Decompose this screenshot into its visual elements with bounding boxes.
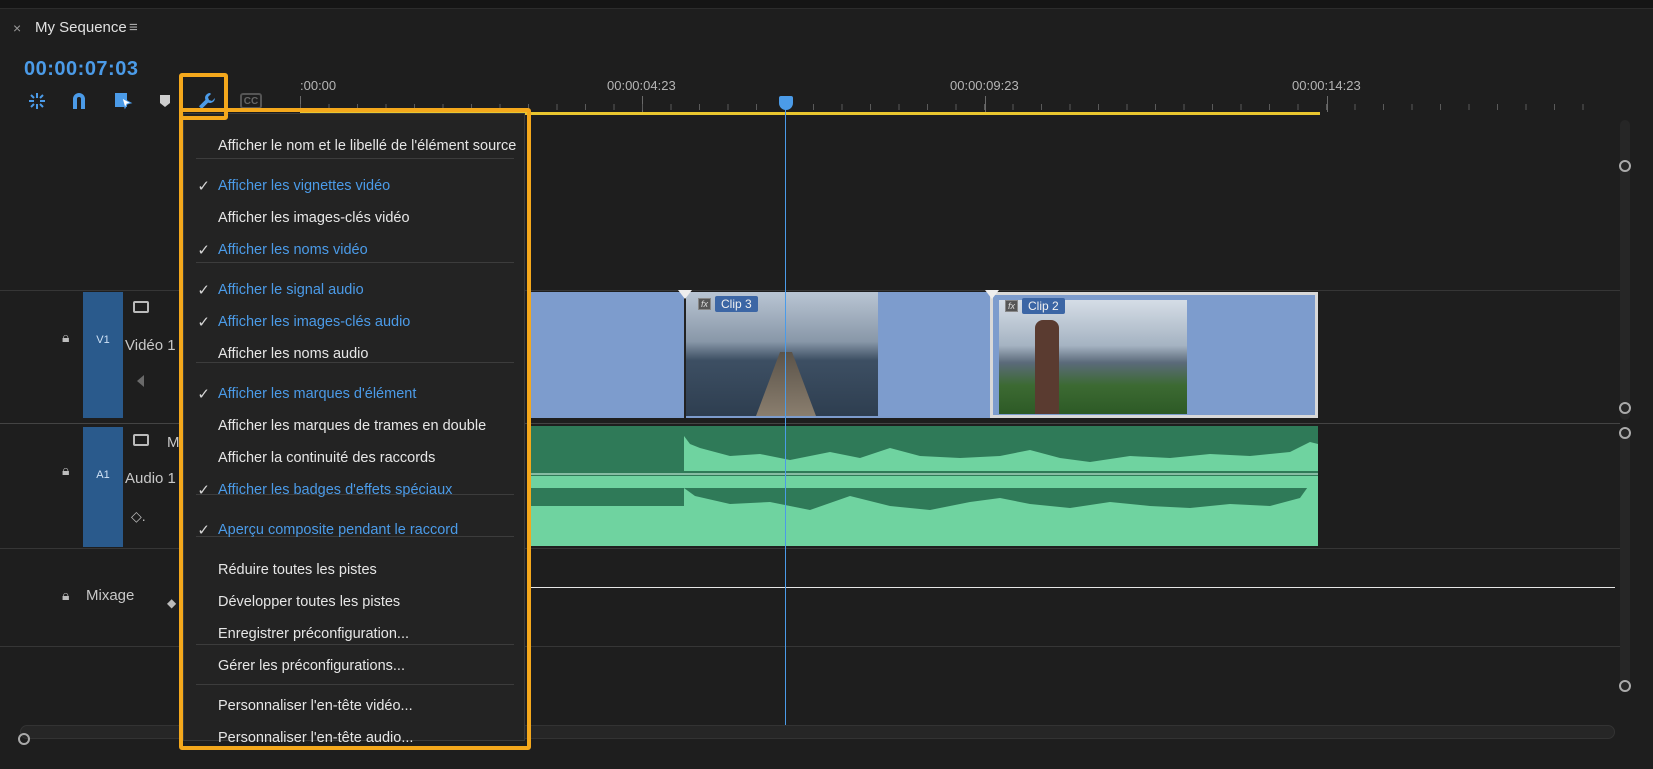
panel-menu-icon[interactable]: ≡ — [129, 19, 138, 36]
fx-badge: fx — [698, 298, 712, 310]
fx-badge: fx — [1005, 300, 1019, 312]
ruler-label: :00:00 — [300, 78, 337, 93]
scroll-handle[interactable] — [1619, 680, 1631, 692]
clip-label: fx Clip 2 — [1005, 298, 1065, 314]
ruler-label: 00:00:04:23 — [607, 78, 676, 93]
close-panel-icon[interactable]: × — [13, 20, 21, 36]
mix-volume-line[interactable] — [530, 587, 1615, 588]
nest-icon[interactable] — [24, 88, 50, 114]
toggle-sync-lock-icon[interactable] — [133, 434, 149, 446]
audio-waveform — [530, 436, 1318, 546]
scroll-handle[interactable] — [1619, 160, 1631, 172]
zoom-handle-left[interactable] — [18, 733, 30, 745]
linked-selection-icon[interactable] — [110, 88, 136, 114]
volume-knob-icon[interactable]: ◆ — [167, 596, 176, 610]
playhead-line[interactable] — [785, 110, 786, 728]
lock-icon[interactable]: 🔒︎ — [62, 587, 69, 604]
previous-keyframe-icon[interactable] — [137, 375, 144, 387]
clip-label: fx Clip 3 — [698, 296, 758, 312]
scroll-handle[interactable] — [1619, 402, 1631, 414]
clip-thumbnail — [999, 300, 1187, 414]
scroll-handle[interactable] — [1619, 427, 1631, 439]
pier-shape — [756, 352, 816, 416]
keyframe-icon[interactable]: ◇. — [131, 508, 146, 525]
track-name-audio-1: Audio 1 — [125, 470, 176, 487]
captions-icon[interactable]: CC — [240, 93, 262, 109]
ruler-label: 00:00:14:23 — [1292, 78, 1361, 93]
window-top-bar — [0, 0, 1653, 9]
playhead-handle[interactable] — [779, 96, 793, 110]
snap-magnet-icon[interactable] — [66, 88, 92, 114]
video-clip-2[interactable]: fx Clip 2 — [990, 292, 1318, 418]
ruler-label: 00:00:09:23 — [950, 78, 1019, 93]
lock-icon[interactable]: 🔒︎ — [62, 329, 69, 346]
vertical-scrollbar-audio[interactable] — [1620, 430, 1630, 690]
figure-shape — [1035, 320, 1059, 414]
mute-track-button[interactable]: M — [167, 434, 180, 451]
track-tag-label: A1 — [96, 469, 110, 481]
video-clip-segment[interactable] — [530, 292, 684, 418]
clip-name: Clip 2 — [1022, 298, 1065, 314]
track-name-mix: Mixage — [86, 587, 135, 604]
track-target-v1[interactable]: V1 — [83, 292, 123, 418]
toggle-sync-lock-icon[interactable] — [133, 301, 149, 313]
playhead-timecode[interactable]: 00:00:07:03 — [24, 58, 138, 81]
highlight-frame-menu — [179, 108, 531, 750]
clip-marker-icon[interactable] — [678, 290, 692, 299]
clip-marker-icon[interactable] — [985, 290, 999, 299]
lock-icon[interactable]: 🔒︎ — [62, 462, 69, 479]
track-target-a1[interactable]: A1 — [83, 427, 123, 547]
clip-name: Clip 3 — [715, 296, 758, 312]
audio-clip[interactable] — [530, 426, 1318, 546]
sequence-tab-title[interactable]: My Sequence — [35, 19, 127, 36]
track-tag-label: V1 — [96, 334, 110, 346]
track-name-video-1: Vidéo 1 — [125, 337, 176, 354]
add-marker-icon[interactable] — [152, 88, 178, 114]
video-clip-3[interactable]: fx Clip 3 — [684, 292, 990, 418]
